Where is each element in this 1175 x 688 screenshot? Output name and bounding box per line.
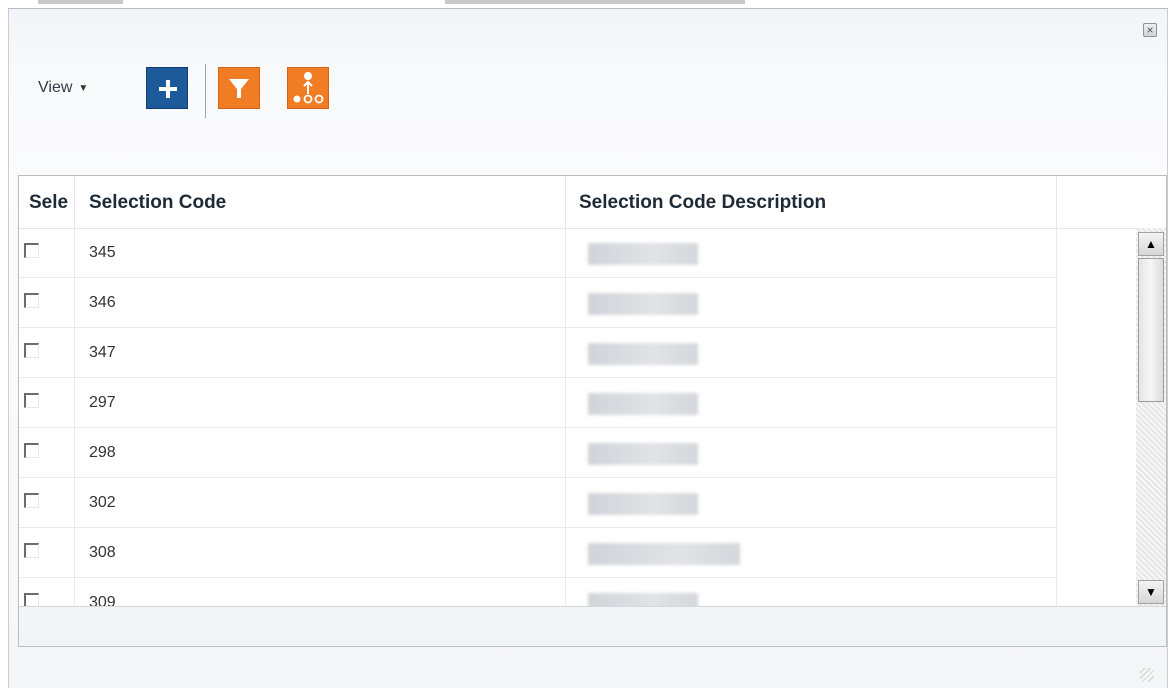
row-checkbox[interactable]: [24, 343, 39, 358]
description-cell: [566, 278, 1057, 327]
selection-code-cell: 309: [75, 578, 566, 608]
select-cell: [19, 428, 75, 477]
select-cell: [19, 228, 75, 277]
table-row[interactable]: 346: [19, 278, 1057, 328]
redacted-description: [588, 493, 698, 515]
hierarchy-button[interactable]: [287, 67, 329, 109]
redacted-description: [588, 343, 698, 365]
description-cell: [566, 528, 1057, 577]
row-checkbox[interactable]: [24, 443, 39, 458]
row-checkbox[interactable]: [24, 293, 39, 308]
selection-code-cell: 345: [75, 228, 566, 277]
redacted-description: [588, 293, 698, 315]
description-cell: [566, 428, 1057, 477]
table-body: 345 346 347 297 298 302 308 309: [19, 228, 1057, 608]
redacted-description: [588, 443, 698, 465]
column-header-selection-code[interactable]: Selection Code: [75, 176, 566, 228]
description-cell: [566, 578, 1057, 608]
selection-code-cell: 347: [75, 328, 566, 377]
chevron-down-icon: ▼: [78, 82, 89, 94]
select-cell: [19, 278, 75, 327]
selection-code-cell: 308: [75, 528, 566, 577]
description-cell: [566, 328, 1057, 377]
redacted-description: [588, 543, 740, 565]
table-row[interactable]: 347: [19, 328, 1057, 378]
view-menu-label: View: [38, 79, 73, 96]
table-row[interactable]: 298: [19, 428, 1057, 478]
select-cell: [19, 478, 75, 527]
table-footer: [19, 606, 1166, 646]
column-header-select[interactable]: Sele: [19, 176, 75, 228]
table-row[interactable]: 302: [19, 478, 1057, 528]
redacted-description: [588, 393, 698, 415]
row-checkbox[interactable]: [24, 393, 39, 408]
description-cell: [566, 378, 1057, 427]
background-text-fragment: [38, 0, 123, 4]
scroll-down-button[interactable]: ▼: [1138, 580, 1164, 604]
select-cell: [19, 328, 75, 377]
table-row[interactable]: 308: [19, 528, 1057, 578]
selection-code-cell: 297: [75, 378, 566, 427]
background-text-fragment: [445, 0, 745, 4]
select-cell: [19, 528, 75, 577]
row-checkbox[interactable]: [24, 243, 39, 258]
table-row[interactable]: 309: [19, 578, 1057, 608]
resize-grip-icon[interactable]: [1140, 668, 1154, 682]
selection-code-cell: 346: [75, 278, 566, 327]
scroll-up-button[interactable]: ▲: [1138, 232, 1164, 256]
table-row[interactable]: 297: [19, 378, 1057, 428]
description-cell: [566, 228, 1057, 277]
add-button[interactable]: [146, 67, 188, 109]
vertical-scrollbar[interactable]: ▲ ▼: [1136, 228, 1166, 608]
toolbar-separator: [205, 64, 206, 118]
selection-code-table: Sele Selection Code Selection Code Descr…: [18, 175, 1167, 647]
row-checkbox[interactable]: [24, 543, 39, 558]
table-row[interactable]: 345: [19, 228, 1057, 278]
view-menu[interactable]: View ▼: [38, 78, 88, 98]
selection-code-cell: 298: [75, 428, 566, 477]
filter-button[interactable]: [218, 67, 260, 109]
close-icon[interactable]: ×: [1143, 23, 1157, 37]
filter-icon: [229, 79, 249, 98]
table-header: Sele Selection Code Selection Code Descr…: [19, 176, 1166, 229]
row-checkbox[interactable]: [24, 493, 39, 508]
hierarchy-icon: [293, 72, 324, 104]
description-cell: [566, 478, 1057, 527]
column-header-selection-code-description[interactable]: Selection Code Description: [566, 176, 1057, 228]
select-cell: [19, 378, 75, 427]
selection-code-cell: 302: [75, 478, 566, 527]
scrollbar-thumb[interactable]: [1138, 258, 1164, 402]
redacted-description: [588, 243, 698, 265]
select-cell: [19, 578, 75, 608]
